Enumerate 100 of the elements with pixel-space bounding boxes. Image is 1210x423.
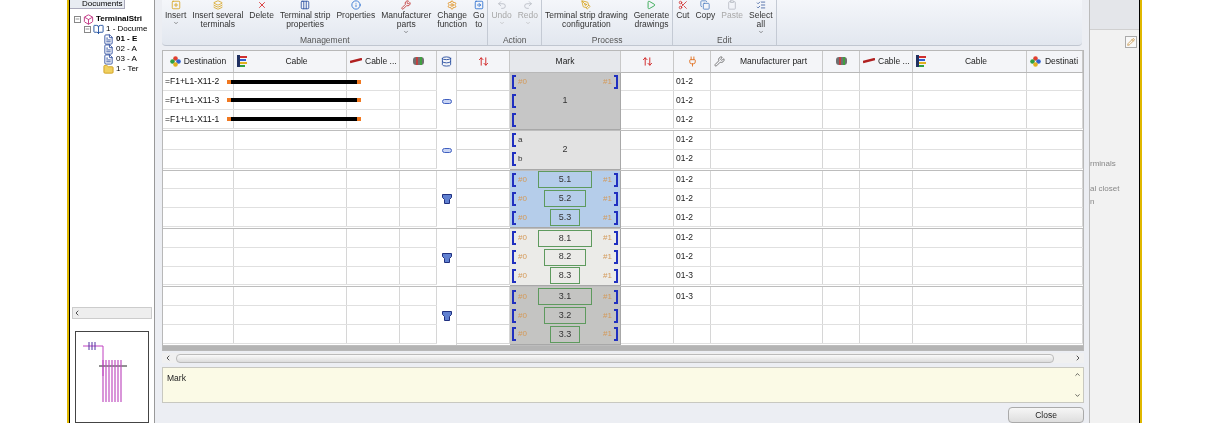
horizontal-scrollbar[interactable] bbox=[162, 352, 1084, 364]
level-index: #1 bbox=[603, 192, 612, 205]
bracket-mark bbox=[614, 268, 618, 283]
level-index: #0 bbox=[518, 328, 527, 341]
description-field[interactable]: Mark bbox=[162, 367, 1084, 403]
edit-button[interactable] bbox=[1125, 36, 1137, 48]
column-header[interactable]: Cable bbox=[234, 50, 347, 72]
ribbon-icon bbox=[350, 0, 361, 10]
tree-item[interactable]: 02 - A bbox=[116, 43, 137, 55]
ribbon-button[interactable]: Insert several terminals bbox=[191, 0, 245, 35]
cable-bars-icon bbox=[916, 55, 926, 68]
table-cell: 01-2 bbox=[676, 93, 693, 107]
scroll-up-icon[interactable] bbox=[1073, 371, 1081, 379]
level-box: 3.2 bbox=[544, 307, 586, 325]
ribbon-icon bbox=[256, 0, 267, 10]
mark-group[interactable]: #0 5.1 #1 #0 5.2 #1 #0 5.3 #1 bbox=[510, 170, 621, 228]
ribbon-icon bbox=[700, 0, 711, 10]
scroll-down-icon[interactable] bbox=[1073, 392, 1081, 399]
scroll-left-icon[interactable] bbox=[73, 309, 81, 317]
bracket-mark bbox=[512, 210, 516, 225]
bracket-mark bbox=[614, 210, 618, 225]
column-header[interactable]: Cable ... bbox=[347, 50, 400, 72]
level-box: 5.2 bbox=[544, 190, 586, 208]
tree-item[interactable]: 03 - A bbox=[116, 53, 137, 65]
tree-item[interactable]: 1 - Docume bbox=[106, 23, 148, 35]
group-label: Edit bbox=[716, 35, 733, 45]
group-label: Action bbox=[501, 35, 528, 45]
level-box: 3.3 bbox=[550, 325, 580, 343]
tools-icon bbox=[714, 55, 725, 67]
mark-group[interactable]: #0 8.1 #1 #0 8.2 #1 #0 8.3 #1 bbox=[510, 228, 621, 287]
ribbon-button[interactable]: Terminal strip drawing configuration bbox=[544, 0, 629, 35]
table-cell: =F1+L1-X11-3 bbox=[165, 93, 220, 107]
bracket-mark bbox=[614, 250, 618, 265]
collapse-toggle[interactable] bbox=[84, 25, 91, 33]
level-index: #1 bbox=[603, 75, 612, 88]
ribbon-icon bbox=[401, 0, 412, 10]
collapse-toggle[interactable] bbox=[74, 15, 81, 23]
table-cell: 01-3 bbox=[676, 289, 693, 303]
level-index: #1 bbox=[603, 211, 612, 224]
column-header[interactable]: Destinati bbox=[1027, 50, 1083, 72]
terminal-label: 1 bbox=[562, 94, 568, 107]
level-index: #1 bbox=[603, 290, 612, 303]
ribbon-button[interactable]: Change function bbox=[436, 0, 469, 35]
funnel-icon bbox=[441, 311, 452, 322]
tree-item[interactable]: 1 - Ter bbox=[116, 63, 139, 75]
column-header[interactable]: Cable bbox=[913, 50, 1027, 72]
bracket-mark bbox=[614, 231, 618, 246]
project-icon bbox=[83, 13, 94, 25]
mark-group[interactable]: a b 2 bbox=[510, 130, 621, 170]
bracket-mark bbox=[512, 172, 516, 187]
ribbon-icon bbox=[300, 0, 311, 10]
ribbon-button[interactable]: Properties bbox=[335, 0, 377, 35]
document-icon bbox=[103, 53, 114, 65]
ribbon-button[interactable]: Cut bbox=[675, 0, 691, 35]
ribbon-button[interactable]: Select all bbox=[748, 0, 774, 35]
ribbon-button[interactable]: Go to bbox=[472, 0, 486, 35]
table-cell: 01-2 bbox=[676, 191, 693, 205]
column-header[interactable]: Mark bbox=[510, 50, 621, 72]
ribbon-button[interactable]: Manufacturer parts bbox=[380, 0, 433, 35]
column-header[interactable]: Destination bbox=[163, 50, 234, 72]
scroll-thumb[interactable] bbox=[176, 353, 1054, 363]
bracket-mark bbox=[614, 289, 618, 304]
cable-bars-icon bbox=[237, 55, 247, 68]
ribbon-button[interactable]: Generate drawings bbox=[632, 0, 671, 35]
level-index: #0 bbox=[518, 173, 527, 186]
level-index: #0 bbox=[518, 309, 527, 322]
scrollbar[interactable] bbox=[72, 307, 152, 319]
pencil-icon bbox=[1127, 38, 1135, 46]
plug-icon bbox=[686, 55, 698, 67]
table-cell: 01-3 bbox=[676, 269, 693, 282]
table-cell: 01-2 bbox=[676, 75, 693, 88]
ribbon-button[interactable]: Terminal strip properties bbox=[278, 0, 332, 35]
tree-item[interactable]: TerminalStri bbox=[96, 13, 143, 25]
connector-icon bbox=[835, 57, 847, 66]
sub-label: #0 bbox=[518, 75, 527, 88]
column-header[interactable]: Cable ... bbox=[860, 50, 913, 72]
ribbon-icon bbox=[212, 0, 223, 10]
level-index: #0 bbox=[518, 269, 527, 282]
ribbon-button[interactable]: Copy bbox=[694, 0, 717, 35]
bracket-mark bbox=[614, 74, 618, 89]
ribbon-icon bbox=[755, 0, 766, 10]
column-header[interactable]: Manufacturer part bbox=[711, 50, 823, 72]
ribbon-icon bbox=[447, 0, 458, 10]
scroll-right-icon[interactable] bbox=[1074, 354, 1082, 363]
table-cell: 01-2 bbox=[676, 133, 693, 147]
scroll-left-icon[interactable] bbox=[164, 354, 172, 363]
bracket-mark bbox=[512, 250, 516, 265]
ribbon-button[interactable]: Delete bbox=[248, 0, 275, 35]
tree-item[interactable]: 01 - E bbox=[116, 33, 138, 45]
documents-tab[interactable]: Documents bbox=[70, 0, 126, 9]
level-index: #1 bbox=[603, 173, 612, 186]
table-cell: 01-2 bbox=[676, 173, 693, 186]
mark-group[interactable]: #0 #1 1 bbox=[510, 72, 621, 130]
document-icon bbox=[103, 33, 114, 45]
connector-icon bbox=[412, 57, 424, 66]
cable-stripe-icon bbox=[863, 58, 875, 65]
table-cell: =F1+L1-X11-2 bbox=[165, 75, 220, 88]
mark-group[interactable]: #0 3.1 #1 #0 3.2 #1 #0 3.3 #1 bbox=[510, 287, 621, 345]
ribbon-button[interactable]: Insert bbox=[164, 0, 188, 35]
close-button[interactable]: Close bbox=[1008, 407, 1084, 423]
